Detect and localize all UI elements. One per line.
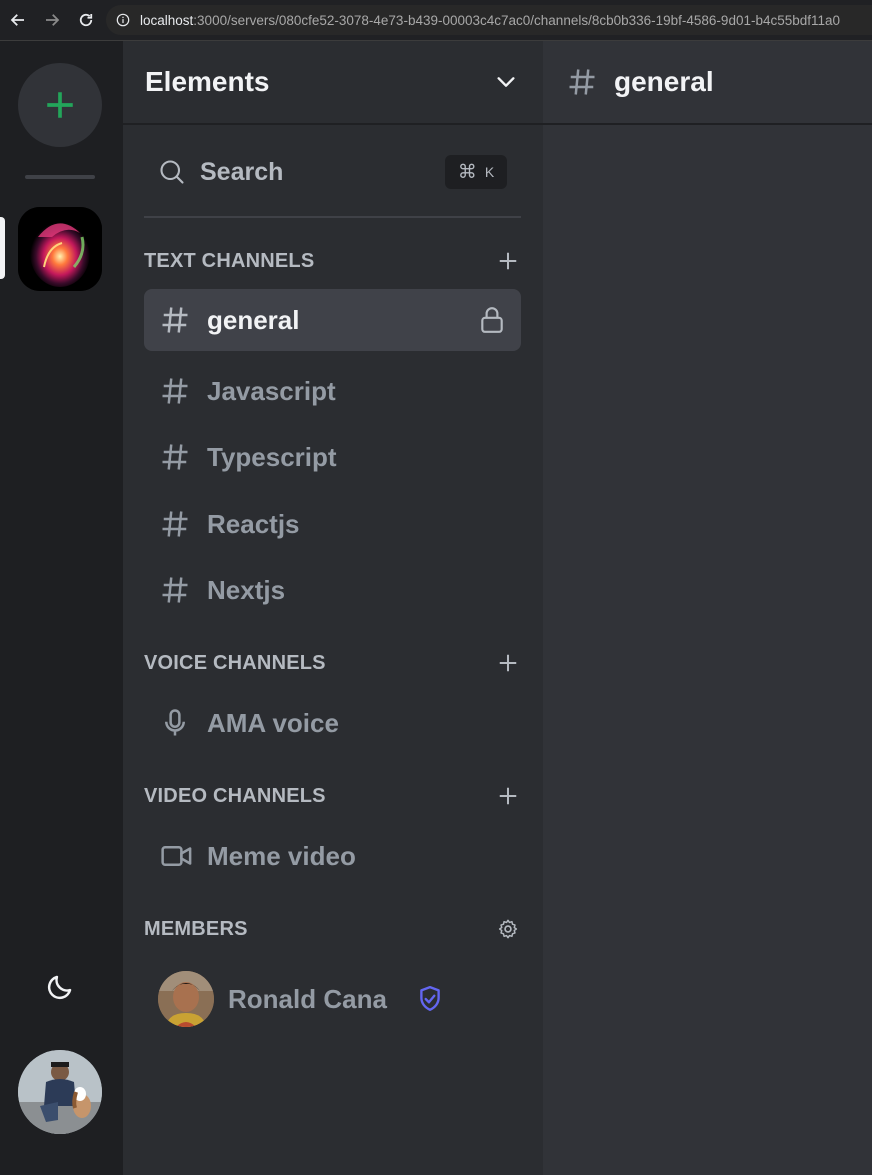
channel-name: Reactjs xyxy=(207,508,300,539)
rail-separator xyxy=(25,175,95,179)
section-label-voice: VOICE CHANNELS xyxy=(144,651,326,674)
plus-icon xyxy=(499,252,517,270)
microphone-icon xyxy=(165,709,185,736)
reload-button[interactable] xyxy=(70,4,102,36)
channel-sidebar: Elements Search ⌘ K TEXT CHANNELS genera… xyxy=(123,41,543,1175)
member-name: Ronald Cana xyxy=(228,983,387,1014)
plus-icon xyxy=(499,654,517,672)
server-header-button[interactable]: Elements xyxy=(123,41,543,125)
active-server-indicator xyxy=(0,217,5,279)
channel-reactjs[interactable]: Reactjs xyxy=(144,493,521,555)
back-button[interactable] xyxy=(2,4,34,36)
chat-header: general xyxy=(543,41,872,125)
search-icon xyxy=(160,160,184,184)
text-channels-header: TEXT CHANNELS xyxy=(144,246,521,276)
channel-nextjs[interactable]: Nextjs xyxy=(144,559,521,621)
address-bar[interactable]: localhost:3000/servers/080cfe52-3078-4e7… xyxy=(106,5,872,35)
search-shortcut: ⌘ K xyxy=(445,155,507,189)
theme-toggle-button[interactable] xyxy=(40,967,80,1007)
channel-name: AMA voice xyxy=(207,707,339,738)
channel-ama-voice[interactable]: AMA voice xyxy=(144,692,521,754)
chat-main: general xyxy=(543,41,872,1175)
hash-icon xyxy=(162,511,188,537)
reload-icon xyxy=(79,13,93,27)
add-voice-channel-button[interactable] xyxy=(495,650,521,676)
server-image xyxy=(18,207,102,291)
hash-icon xyxy=(162,444,188,470)
channel-typescript[interactable]: Typescript xyxy=(144,426,521,488)
plus-icon xyxy=(499,787,517,805)
add-text-channel-button[interactable] xyxy=(495,248,521,274)
arrow-right-icon xyxy=(46,14,60,26)
chevron-down-icon xyxy=(497,77,515,87)
moon-icon xyxy=(47,975,72,1000)
url-host: localhost xyxy=(140,12,194,28)
channel-name: Javascript xyxy=(207,375,336,406)
server-rail xyxy=(0,41,123,1175)
user-avatar-button[interactable] xyxy=(18,1050,102,1134)
add-video-channel-button[interactable] xyxy=(495,783,521,809)
channel-javascript[interactable]: Javascript xyxy=(144,360,521,422)
section-label-video: VIDEO CHANNELS xyxy=(144,784,326,807)
server-name: Elements xyxy=(145,66,270,97)
video-channels-header: VIDEO CHANNELS xyxy=(144,781,521,811)
channel-name: Nextjs xyxy=(207,574,286,605)
hash-icon xyxy=(569,69,595,95)
chat-channel-title: general xyxy=(614,66,714,97)
channel-name: Meme video xyxy=(207,840,356,871)
channel-name: general xyxy=(207,304,300,335)
members-header: MEMBERS xyxy=(144,914,521,944)
user-photo xyxy=(18,1050,102,1134)
sidebar-divider xyxy=(144,216,521,218)
manage-members-button[interactable] xyxy=(495,916,521,942)
url-path: :3000/servers/080cfe52-3078-4e73-b439-00… xyxy=(193,12,841,28)
member-photo xyxy=(158,971,214,1027)
lock-icon xyxy=(481,307,503,333)
search-button[interactable]: Search ⌘ K xyxy=(144,149,521,195)
plus-icon xyxy=(47,92,73,118)
channel-meme-video[interactable]: Meme video xyxy=(144,825,521,887)
shortcut-key: K xyxy=(484,164,495,180)
browser-toolbar: localhost:3000/servers/080cfe52-3078-4e7… xyxy=(0,0,872,41)
command-key-icon: ⌘ xyxy=(457,161,477,183)
shield-check-icon xyxy=(420,985,440,1011)
channel-name: Typescript xyxy=(207,441,337,472)
search-label: Search xyxy=(200,157,284,186)
info-icon xyxy=(116,13,130,27)
channel-general[interactable]: general xyxy=(144,289,521,351)
add-server-button[interactable] xyxy=(18,63,102,147)
section-label-members: MEMBERS xyxy=(144,917,248,940)
gear-icon xyxy=(498,919,518,939)
hash-icon xyxy=(162,307,188,333)
hash-icon xyxy=(162,577,188,603)
member-avatar xyxy=(158,971,214,1027)
hash-icon xyxy=(162,378,188,404)
video-camera-icon xyxy=(161,846,192,866)
arrow-left-icon xyxy=(10,14,24,26)
forward-button[interactable] xyxy=(36,4,68,36)
voice-channels-header: VOICE CHANNELS xyxy=(144,648,521,678)
member-ronald-cana[interactable]: Ronald Cana xyxy=(158,970,518,1028)
section-label-text: TEXT CHANNELS xyxy=(144,249,315,272)
server-icon-elements[interactable] xyxy=(18,207,102,291)
